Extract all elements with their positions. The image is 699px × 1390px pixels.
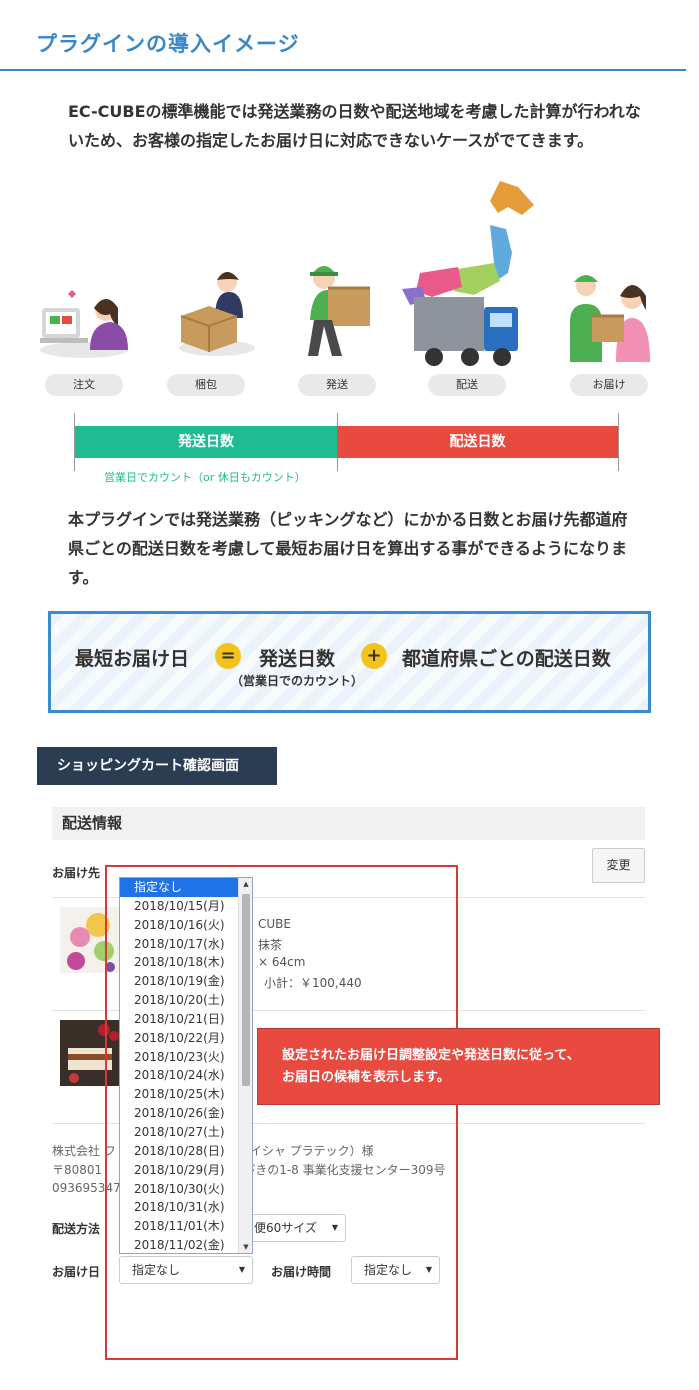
- step-pill: 注文: [45, 374, 123, 396]
- change-button[interactable]: 変更: [592, 848, 645, 883]
- highlight-frame: [105, 865, 458, 1360]
- shipping-worker-illustration: [308, 266, 370, 356]
- formula-result: 最短お届け日: [75, 648, 190, 670]
- callout-box: 設定されたお届け日調整設定や発送日数に従って、 お届日の候補を表示します。: [257, 1028, 660, 1105]
- packing-illustration: [179, 272, 255, 356]
- address-street-left: 〒80801: [52, 1163, 103, 1177]
- section-label: ショッピングカート確認画面: [37, 747, 277, 785]
- formula-term-shipping: 発送日数: [259, 648, 336, 670]
- formula-note: （営業日でのカウント）: [231, 674, 364, 688]
- shipping-days-bar: 発送日数: [75, 426, 337, 458]
- formula-term-delivery: 都道府県ごとの配送日数: [402, 648, 611, 670]
- delivery-days-bar: 配送日数: [337, 426, 618, 458]
- step-pill: お届け: [570, 374, 648, 396]
- formula-box: 最短お届け日 = 発送日数 + 都道府県ごとの配送日数 （営業日でのカウント）: [48, 611, 651, 713]
- page-title: プラグインの導入イメージ: [36, 32, 300, 56]
- shipping-info-header: 配送情報: [52, 807, 645, 840]
- description-text: 本プラグインでは発送業務（ピッキングなど）にかかる日数とお届け先都道府県ごとの配…: [68, 510, 628, 587]
- customer-ordering-illustration: [40, 290, 128, 358]
- shipping-days-note: 営業日でカウント（or 休日もカウント）: [104, 471, 306, 484]
- callout-line: 設定されたお届け日調整設定や発送日数に従って、: [282, 1048, 580, 1063]
- title-divider: [0, 69, 686, 71]
- japan-map-truck-illustration: [402, 181, 534, 366]
- step-pill: 発送: [298, 374, 376, 396]
- shipping-method-label: 配送方法: [52, 1222, 101, 1236]
- step-pill: 梱包: [167, 374, 245, 396]
- delivery-date-label: お届け日: [52, 1265, 101, 1279]
- step-pill: 配送: [428, 374, 506, 396]
- delivery-handover-illustration: [570, 275, 650, 362]
- destination-label: お届け先: [52, 866, 101, 880]
- timeline-divider: [618, 413, 619, 471]
- equals-icon: =: [215, 643, 241, 669]
- callout-line: お届日の候補を表示します。: [282, 1070, 450, 1085]
- intro-text: EC-CUBEの標準機能では発送業務の日数や配送地域を考慮した計算が行われないた…: [68, 102, 641, 150]
- plus-icon: +: [361, 643, 387, 669]
